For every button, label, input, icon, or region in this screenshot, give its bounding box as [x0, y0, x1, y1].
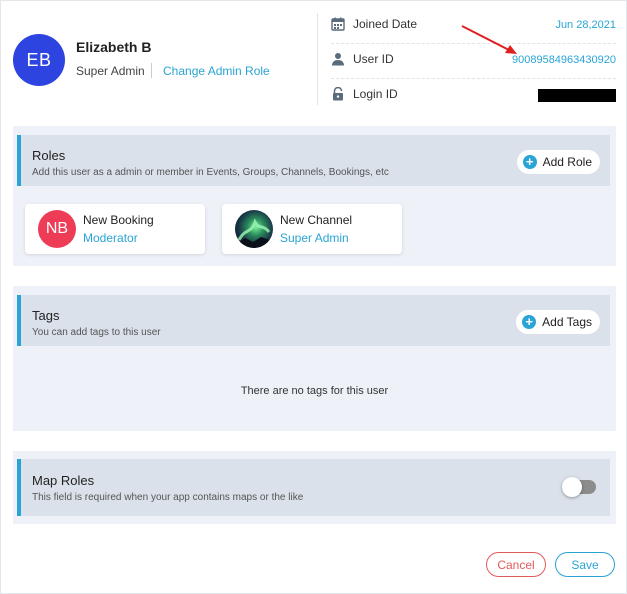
lock-icon — [333, 87, 343, 101]
plus-icon: + — [522, 315, 537, 329]
save-button[interactable]: Save — [555, 552, 615, 577]
tags-subtitle: You can add tags to this user — [32, 327, 161, 338]
user-id-value: 90089584963430920 — [511, 54, 616, 66]
joined-date-value: Jun 28,2021 — [555, 19, 616, 31]
user-name: Elizabeth B — [76, 39, 152, 55]
add-role-button[interactable]: + Add Role — [516, 150, 600, 174]
role-card-role: Super Admin — [280, 231, 349, 245]
role-divider — [151, 63, 152, 78]
role-card[interactable]: New Channel Super Admin — [222, 204, 402, 254]
login-id-row: Login ID — [331, 80, 616, 114]
map-roles-toggle[interactable] — [562, 477, 596, 497]
toggle-knob — [562, 477, 582, 497]
user-icon — [332, 53, 344, 66]
roles-header: Roles Add this user as a admin or member… — [17, 135, 610, 186]
map-roles-section: Map Roles This field is required when yo… — [13, 451, 616, 524]
change-admin-role-link[interactable]: Change Admin Role — [163, 64, 270, 78]
roles-subtitle: Add this user as a admin or member in Ev… — [32, 167, 389, 178]
tags-header: Tags You can add tags to this user + Add… — [17, 295, 610, 346]
plus-icon: + — [522, 155, 537, 169]
add-tags-button[interactable]: + Add Tags — [516, 310, 600, 334]
map-roles-title: Map Roles — [32, 473, 95, 488]
login-id-label: Login ID — [353, 87, 398, 101]
tags-empty-message: There are no tags for this user — [240, 385, 389, 397]
map-roles-header: Map Roles This field is required when yo… — [17, 459, 610, 516]
map-roles-subtitle: This field is required when your app con… — [32, 492, 304, 503]
user-role: Super Admin — [76, 64, 145, 78]
roles-title: Roles — [32, 148, 66, 163]
user-avatar: EB — [13, 34, 65, 86]
user-detail-panel: EB Elizabeth B Super Admin Change Admin … — [0, 0, 627, 594]
add-tags-label: Add Tags — [542, 315, 592, 329]
joined-date-label: Joined Date — [353, 17, 418, 31]
aurora-image-icon — [235, 218, 273, 248]
header-divider — [317, 13, 318, 105]
role-card[interactable]: NB New Booking Moderator — [25, 204, 205, 254]
calendar-icon — [331, 17, 345, 31]
roles-section: Roles Add this user as a admin or member… — [13, 126, 616, 266]
channel-image — [235, 210, 273, 248]
cancel-button[interactable]: Cancel — [486, 552, 546, 577]
tags-section: Tags You can add tags to this user + Add… — [13, 286, 616, 431]
user-id-label: User ID — [353, 52, 394, 66]
annotation-arrow-icon — [461, 25, 517, 54]
role-card-role: Moderator — [83, 231, 138, 245]
add-role-label: Add Role — [542, 155, 592, 169]
tags-title: Tags — [32, 308, 60, 323]
login-id-redacted — [538, 89, 616, 102]
role-card-title: New Channel — [280, 213, 353, 227]
role-avatar: NB — [38, 210, 76, 248]
role-card-title: New Booking — [83, 213, 154, 227]
